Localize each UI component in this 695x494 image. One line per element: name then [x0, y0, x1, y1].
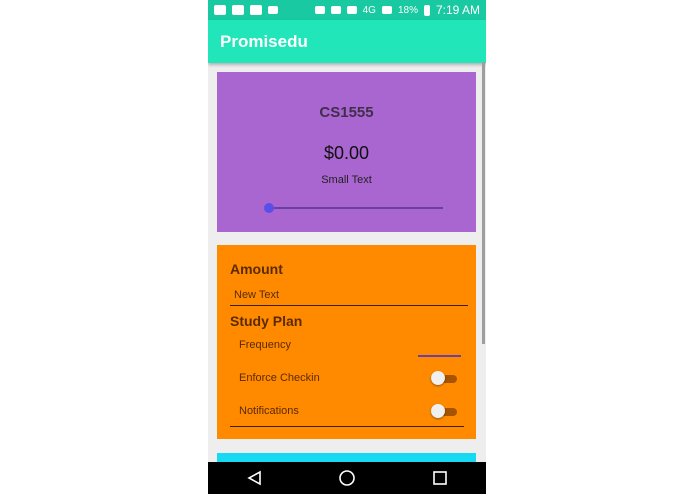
settings-card: Amount Study Plan Frequency Enforce Chec…	[217, 245, 476, 439]
vibrate-icon	[314, 6, 325, 14]
app-title: Promisedu	[220, 32, 308, 51]
clock: 7:19 AM	[435, 3, 480, 17]
switch-thumb	[431, 404, 445, 418]
course-card[interactable]: CS1555 $0.00 Small Text	[217, 72, 476, 232]
small-text: Small Text	[321, 174, 372, 186]
back-triangle-icon	[247, 470, 262, 486]
home-circle-icon	[339, 470, 355, 486]
home-button[interactable]	[332, 465, 362, 491]
enforce-checkin-label: Enforce Checkin	[239, 372, 320, 384]
back-button[interactable]	[239, 465, 269, 491]
app-icon	[268, 6, 278, 14]
study-plan-heading: Study Plan	[230, 313, 303, 329]
key-icon	[330, 6, 341, 14]
enforce-checkin-switch[interactable]	[431, 371, 457, 385]
app-bar: Promisedu	[208, 20, 486, 63]
notifications-switch[interactable]	[431, 404, 457, 418]
amount-slider-thumb[interactable]	[264, 203, 274, 213]
amount-value: $0.00	[323, 143, 370, 163]
frequency-label: Frequency	[239, 339, 291, 351]
battery-percent: 18%	[397, 4, 418, 16]
course-code: CS1555	[319, 104, 374, 121]
status-bar: 4G 18% 7:19 AM	[208, 0, 486, 20]
signal-icon	[381, 6, 392, 14]
navigation-bar	[208, 462, 486, 494]
amount-heading: Amount	[230, 261, 283, 277]
phone-screen: 4G 18% 7:19 AM Promisedu CS1555 $0.00 Sm…	[208, 0, 486, 494]
notifications-label: Notifications	[239, 405, 299, 417]
recents-square-icon	[432, 471, 447, 485]
switch-thumb	[431, 371, 445, 385]
image-icon	[250, 5, 262, 15]
frequency-spinner[interactable]	[418, 355, 461, 357]
gmail-icon	[232, 5, 244, 15]
amount-input[interactable]	[230, 285, 468, 306]
battery-icon	[423, 4, 430, 16]
recents-button[interactable]	[425, 465, 455, 491]
network-type: 4G	[362, 4, 376, 16]
amount-slider-track[interactable]	[269, 207, 443, 209]
divider	[230, 426, 464, 427]
wifi-icon	[346, 6, 357, 14]
scrollbar[interactable]	[482, 62, 485, 344]
notification-icon	[214, 5, 226, 15]
